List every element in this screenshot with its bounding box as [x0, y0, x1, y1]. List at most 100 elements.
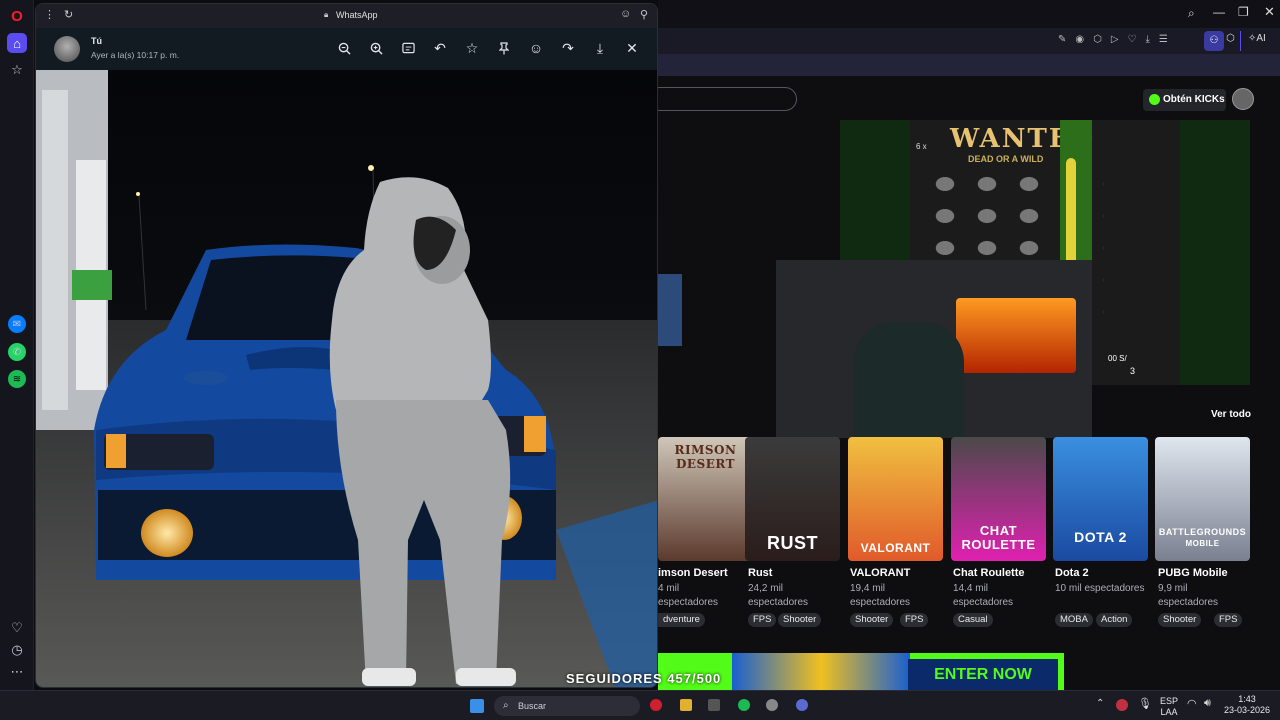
tray-chevron-icon[interactable]: ⌃ [1096, 698, 1104, 709]
minimize-icon[interactable]: — [1213, 5, 1225, 19]
fireplace-image [956, 298, 1076, 373]
user-avatar[interactable] [1232, 88, 1254, 110]
taskbar-search-placeholder: Buscar [518, 701, 547, 711]
category-tag[interactable]: Shooter [778, 613, 822, 627]
language-indicator[interactable]: ESP LAA [1158, 696, 1180, 718]
avatar[interactable] [54, 36, 80, 62]
category-card-crimson-desert[interactable]: RIMSON DESERT [658, 437, 753, 561]
promo-character [732, 653, 910, 690]
app-icon[interactable] [766, 699, 778, 711]
forward-icon[interactable]: ↷ [558, 38, 578, 58]
category-viewers-label: espectadores [850, 597, 911, 608]
close-window-icon[interactable]: ✕ [1264, 4, 1275, 20]
pin-window-icon[interactable]: ⚲ [640, 8, 648, 21]
media-photo[interactable] [36, 70, 657, 687]
close-icon[interactable]: ✕ [622, 38, 642, 58]
microphone-icon[interactable]: 🎙︎ [1138, 697, 1152, 710]
category-title[interactable]: VALORANT [850, 567, 910, 579]
volume-icon[interactable]: 🔊︎ [1204, 697, 1211, 710]
wifi-icon[interactable]: ◠ [1187, 697, 1197, 710]
zoom-in-icon[interactable] [366, 38, 386, 58]
spotify-icon[interactable]: ≋ [8, 370, 26, 388]
slot-subtitle: DEAD OR A WILD [968, 154, 1044, 164]
bookmarks-star-icon[interactable]: ☆ [7, 60, 27, 80]
home-icon[interactable]: ⌂ [7, 33, 27, 53]
window-title: WhatsApp [336, 10, 378, 20]
app-icon[interactable] [708, 699, 720, 711]
file-explorer-icon[interactable] [680, 699, 692, 711]
streamer [854, 322, 964, 438]
category-card-rust[interactable]: RUST [745, 437, 840, 561]
search-icon: ⌕ [503, 700, 509, 711]
clock[interactable]: 1:43 23-03-2026 [1222, 694, 1272, 716]
emoji-icon[interactable]: ☺ [526, 38, 546, 58]
category-viewers: 19,4 mil [850, 583, 886, 594]
zoom-out-icon[interactable] [334, 38, 354, 58]
pin-icon[interactable] [494, 38, 514, 58]
category-title[interactable]: imson Desert [658, 567, 728, 579]
get-kicks-label: Obtén KICKs [1163, 94, 1225, 105]
slot-stat: 3 [1130, 366, 1136, 376]
featured-stream[interactable]: WANTED DEAD OR A WILD 6 x 6 x 00 S/ 3 [776, 120, 1250, 438]
history-clock-icon[interactable]: ◷ [7, 640, 27, 660]
emoji-settings-icon[interactable]: ☺ [620, 8, 631, 20]
aria-ai-icon[interactable]: ✧AI [1248, 33, 1266, 44]
heart-icon[interactable]: ♡ [7, 618, 27, 638]
category-card-chat-roulette[interactable]: CHAT ROULETTE [951, 437, 1046, 561]
vpn-icon[interactable]: ⬡ [1226, 33, 1235, 44]
profile-icon[interactable]: ⚇ [1204, 31, 1224, 51]
category-card-dota-2[interactable]: DOTA 2 [1053, 437, 1148, 561]
opera-logo-icon[interactable]: O [7, 6, 27, 26]
category-tag[interactable]: MOBA [1055, 613, 1093, 627]
category-tag[interactable]: Action [1096, 613, 1133, 627]
caption-icon[interactable] [398, 38, 418, 58]
category-title[interactable]: PUBG Mobile [1158, 567, 1228, 579]
message-timestamp: Ayer a la(s) 10:17 p. m. [91, 50, 180, 60]
category-title[interactable]: Chat Roulette [953, 567, 1025, 579]
category-tag[interactable]: dventure [658, 613, 705, 627]
tray-app-icon[interactable] [1116, 699, 1128, 711]
see-all-link[interactable]: Ver todo [1211, 409, 1251, 420]
category-tag[interactable]: Shooter [850, 613, 894, 627]
discord-taskbar-icon[interactable] [796, 699, 808, 711]
search-input[interactable] [648, 87, 797, 111]
category-viewers: 14,4 mil [953, 583, 989, 594]
taskbar-search[interactable]: ⌕ Buscar [494, 696, 640, 716]
reload-icon[interactable]: ↻ [64, 8, 73, 21]
opera-sidebar: O ⌂ ☆ ✉ ✆ ≋ ♡ ◷ ⋯ [0, 0, 34, 690]
category-tag[interactable]: Casual [953, 613, 993, 627]
clock-time: 1:43 [1238, 694, 1256, 704]
category-title[interactable]: Dota 2 [1055, 567, 1089, 579]
category-viewers-label: espectadores [953, 597, 1014, 608]
whatsapp-icon[interactable]: ✆ [8, 343, 26, 361]
category-tag[interactable]: Shooter [1158, 613, 1202, 627]
more-dots-icon[interactable]: ⋯ [7, 662, 27, 682]
maximize-icon[interactable]: ❐ [1238, 5, 1249, 19]
category-card-valorant[interactable]: VALORANT [848, 437, 943, 561]
extension-icons[interactable]: ✎◉⬡▷♡⤓☰ [1058, 34, 1177, 45]
lock-icon: 🔒︎ [324, 10, 329, 19]
download-icon[interactable]: ⤓ [590, 38, 610, 58]
side-stream-thumb[interactable] [658, 274, 682, 346]
category-card-pubg-mobile[interactable]: BATTLEGROUNDS MOBILE [1155, 437, 1250, 561]
category-tag[interactable]: FPS [1214, 613, 1243, 627]
category-viewers-label: espectadores [748, 597, 809, 608]
star-icon[interactable]: ☆ [462, 38, 482, 58]
search-icon[interactable]: ⌕ [1188, 6, 1202, 20]
category-tag[interactable]: FPS [900, 613, 929, 627]
windows-start-icon[interactable] [470, 699, 484, 713]
spotify-taskbar-icon[interactable] [738, 699, 750, 711]
promo-cta[interactable]: ENTER NOW [908, 659, 1058, 690]
category-tag[interactable]: FPS [748, 613, 777, 627]
category-title[interactable]: Rust [748, 567, 772, 579]
clock-date: 23-03-2026 [1223, 705, 1271, 715]
kick-coin-icon [1149, 94, 1160, 105]
opera-taskbar-icon[interactable] [650, 699, 662, 711]
get-kicks-button[interactable]: Obtén KICKs [1143, 89, 1226, 111]
menu-dots-icon[interactable]: ⋮ [44, 8, 55, 21]
category-viewers: 10 mil espectadores [1055, 583, 1145, 594]
language-code: ESP [1159, 696, 1178, 706]
messenger-icon[interactable]: ✉ [8, 315, 26, 333]
reply-icon[interactable]: ↶ [430, 38, 450, 58]
category-viewers-label: espectadores [1158, 597, 1219, 608]
